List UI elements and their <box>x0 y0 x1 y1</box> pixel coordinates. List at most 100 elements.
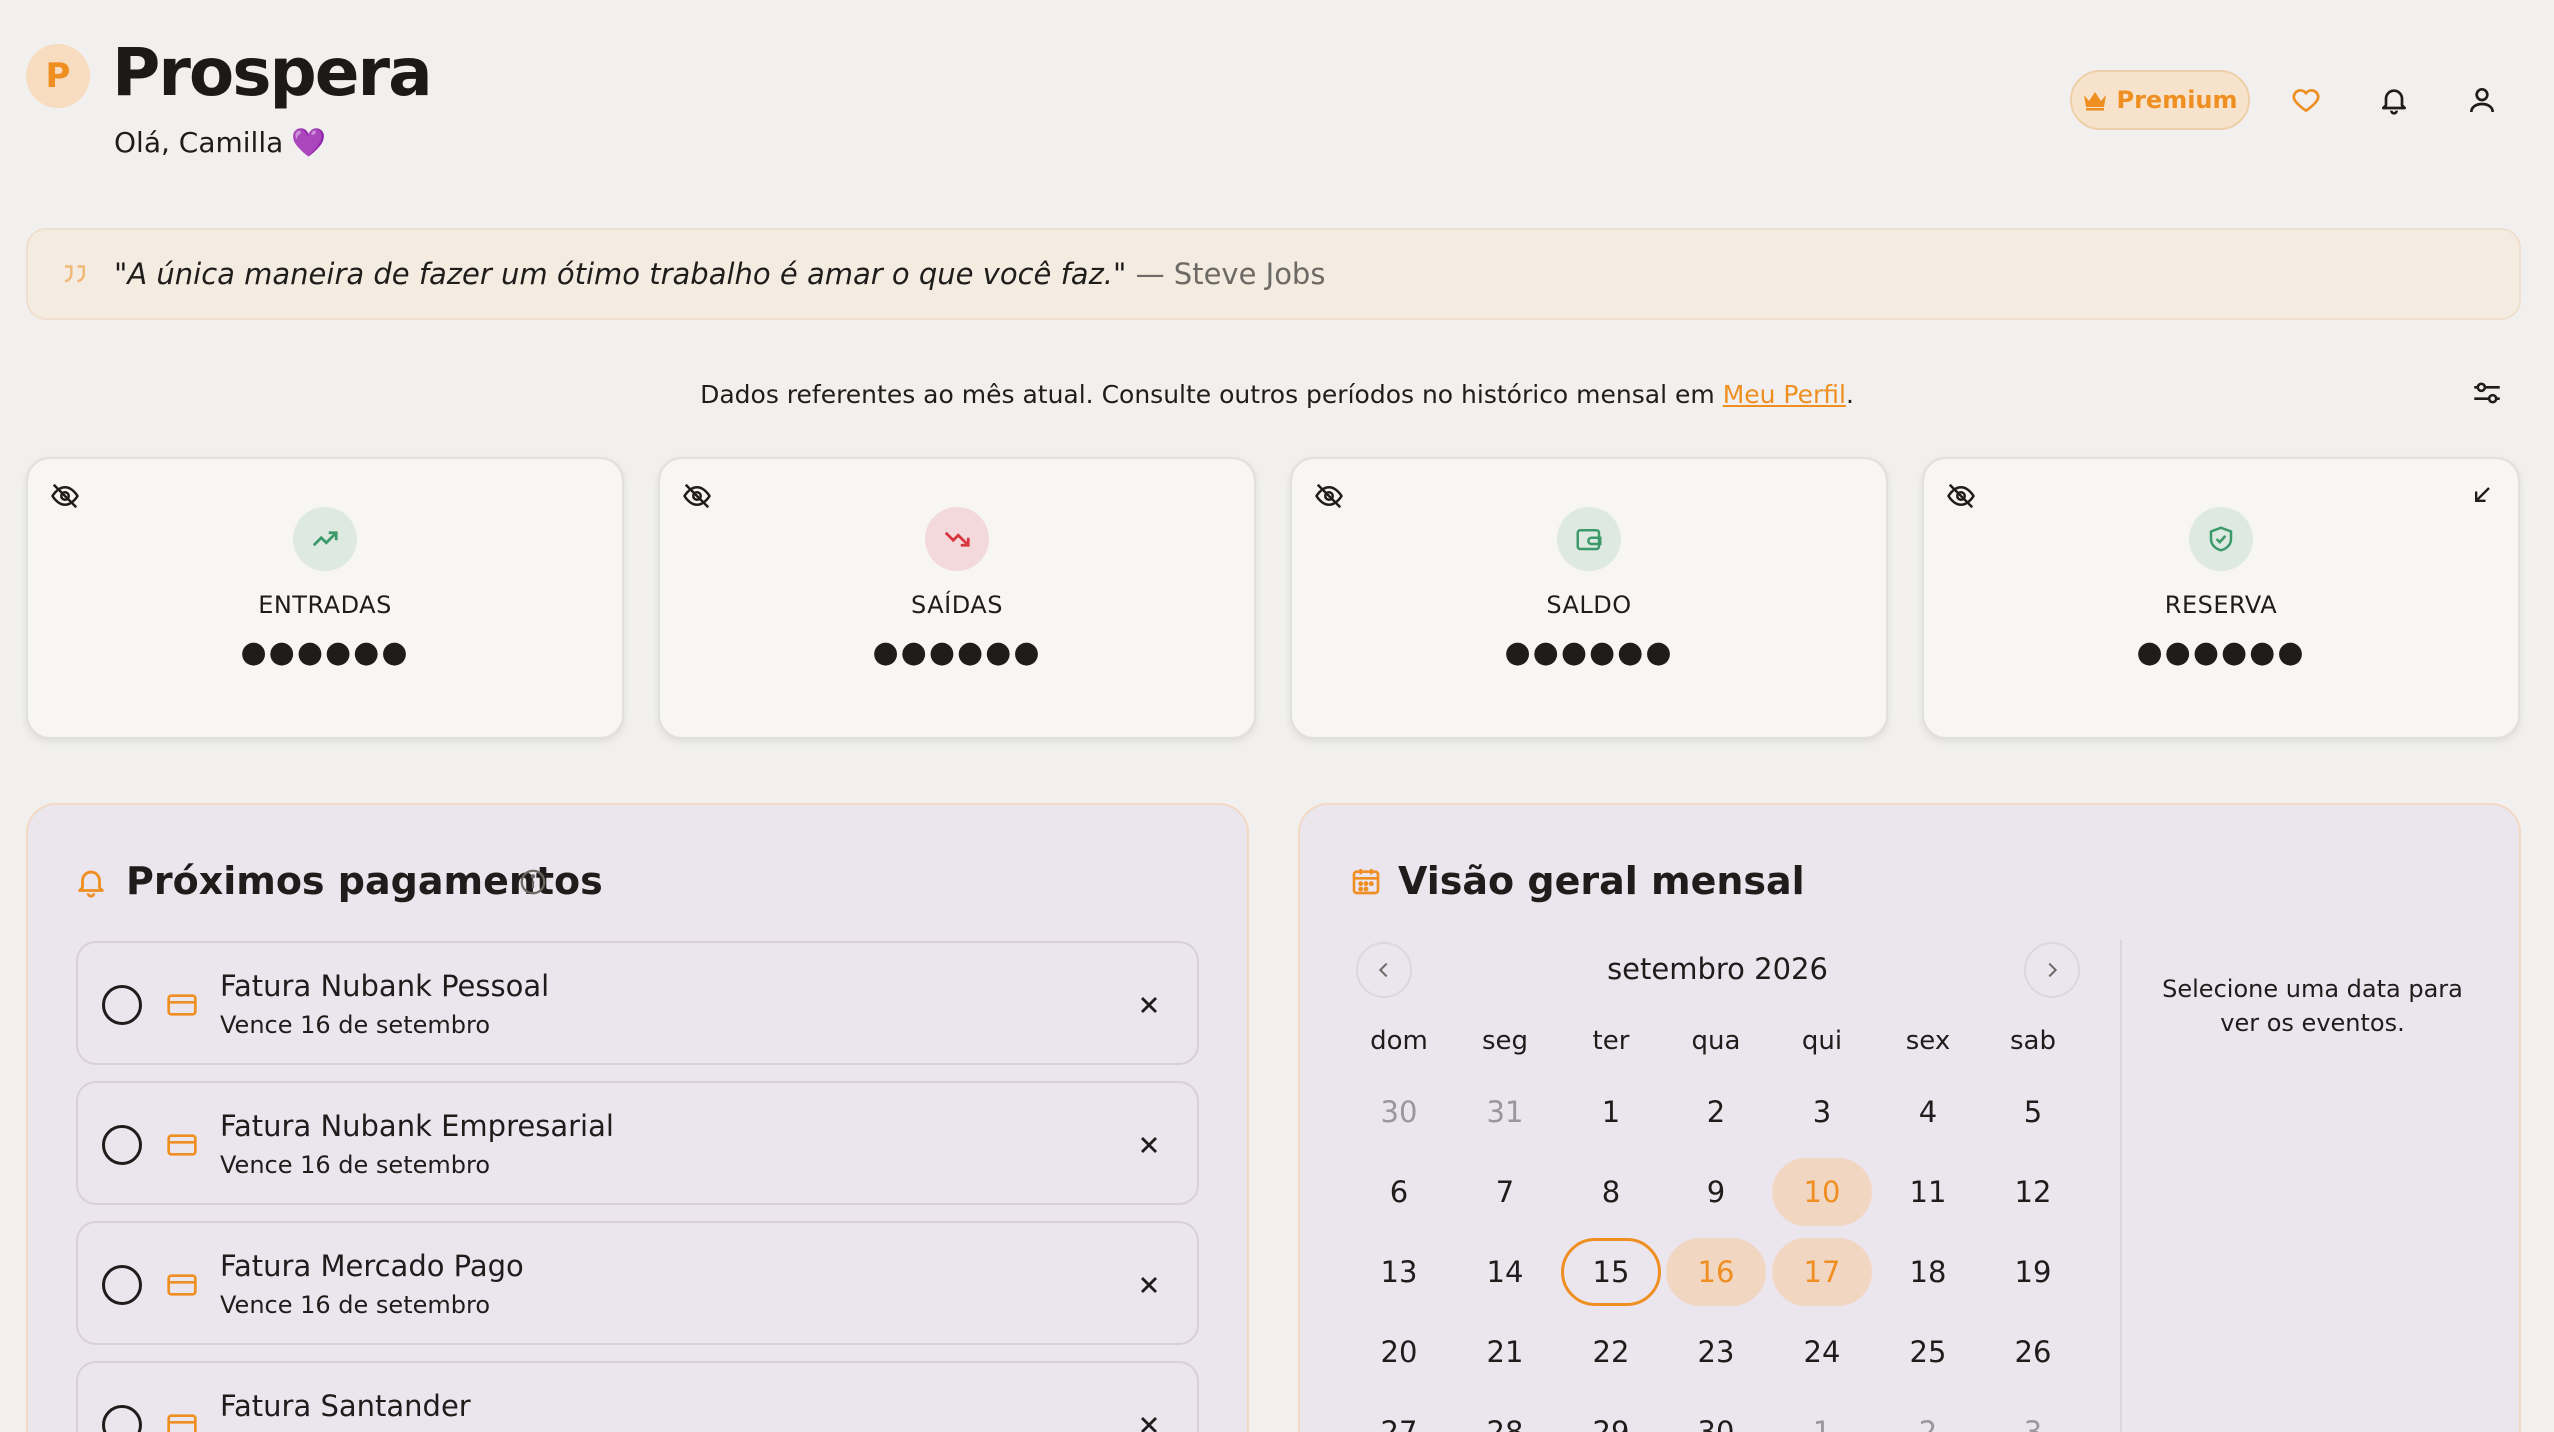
credit-card-icon <box>166 1411 198 1432</box>
calendar-day-event[interactable]: 10 <box>1772 1158 1872 1226</box>
calendar-day[interactable]: 11 <box>1878 1158 1978 1226</box>
payment-name: Fatura Nubank Empresarial <box>220 1109 614 1143</box>
calendar-day[interactable]: 3 <box>1772 1078 1872 1146</box>
calendar-day[interactable]: 30 <box>1349 1078 1449 1146</box>
payment-item[interactable]: Fatura Santander <box>76 1361 1199 1432</box>
payment-due: Vence 16 de setembro <box>220 1151 490 1179</box>
calendar-day[interactable]: 22 <box>1561 1318 1661 1386</box>
calendar-day[interactable]: 2 <box>1878 1398 1978 1432</box>
calendar-day[interactable]: 26 <box>1983 1318 2083 1386</box>
calendar-day[interactable]: 8 <box>1561 1158 1661 1226</box>
weekday-label: sex <box>1905 1026 1951 1056</box>
credit-card-icon <box>166 1271 198 1299</box>
calendar-day[interactable]: 5 <box>1983 1078 2083 1146</box>
payment-checkbox[interactable] <box>102 1125 142 1165</box>
weekday-label: qui <box>1801 1026 1843 1056</box>
calendar-day[interactable]: 28 <box>1455 1398 1555 1432</box>
calendar-day[interactable]: 25 <box>1878 1318 1978 1386</box>
calendar-day-today[interactable]: 15 <box>1561 1238 1661 1306</box>
user-icon[interactable] <box>2458 76 2506 124</box>
weekday-label: ter <box>1592 1026 1630 1056</box>
calendar-day[interactable]: 21 <box>1455 1318 1555 1386</box>
bell-icon <box>74 865 108 899</box>
calendar-day[interactable]: 20 <box>1349 1318 1449 1386</box>
calendar-day[interactable]: 18 <box>1878 1238 1978 1306</box>
quote-banner: "A única maneira de fazer um ótimo traba… <box>26 228 2521 320</box>
calendar-day[interactable]: 27 <box>1349 1398 1449 1432</box>
quote-author: — Steve Jobs <box>1135 257 1326 291</box>
premium-label: Premium <box>2116 86 2238 114</box>
close-icon[interactable] <box>1135 1411 1163 1432</box>
payment-item[interactable]: Fatura Mercado Pago Vence 16 de setembro <box>76 1221 1199 1345</box>
greeting-text: Olá, Camilla <box>114 126 284 159</box>
calendar-day-event[interactable]: 17 <box>1772 1238 1872 1306</box>
calendar-day[interactable]: 6 <box>1349 1158 1449 1226</box>
calendar-month: setembro 2026 <box>1607 952 1828 986</box>
payment-item[interactable]: Fatura Nubank Empresarial Vence 16 de se… <box>76 1081 1199 1205</box>
premium-button[interactable]: Premium <box>2070 70 2250 130</box>
stat-card-saldo: SALDO ●●●●●● <box>1290 457 1888 739</box>
eye-off-icon[interactable] <box>682 481 712 511</box>
calendar-day[interactable]: 24 <box>1772 1318 1872 1386</box>
calendar-day[interactable]: 1 <box>1561 1078 1661 1146</box>
calendar-day[interactable]: 12 <box>1983 1158 2083 1226</box>
stat-label: ENTRADAS <box>258 591 392 619</box>
calendar-title: Visão geral mensal <box>1398 859 1805 903</box>
chevron-left-icon[interactable] <box>1356 942 1412 998</box>
trending-up-icon <box>293 507 357 571</box>
payment-name: Fatura Nubank Pessoal <box>220 969 550 1003</box>
logo-letter: P <box>45 56 71 96</box>
weekday-label: seg <box>1481 1026 1529 1056</box>
payment-checkbox[interactable] <box>102 1405 142 1432</box>
calendar-icon <box>1350 865 1382 897</box>
stat-card-saidas: SAÍDAS ●●●●●● <box>658 457 1256 739</box>
stat-label: SALDO <box>1546 591 1632 619</box>
calendar-day[interactable]: 2 <box>1666 1078 1766 1146</box>
eye-off-icon[interactable] <box>1314 481 1344 511</box>
trending-down-icon <box>925 507 989 571</box>
credit-card-icon <box>166 1131 198 1159</box>
payment-checkbox[interactable] <box>102 1265 142 1305</box>
calendar-day[interactable]: 29 <box>1561 1398 1661 1432</box>
calendar-day[interactable]: 1 <box>1772 1398 1872 1432</box>
calendar-day[interactable]: 9 <box>1666 1158 1766 1226</box>
bell-icon[interactable] <box>2370 76 2418 124</box>
calendar-day[interactable]: 19 <box>1983 1238 2083 1306</box>
calendar-empty-message: Selecione uma data para ver os eventos. <box>2162 975 2463 1037</box>
payment-item[interactable]: Fatura Nubank Pessoal Vence 16 de setemb… <box>76 941 1199 1065</box>
calendar-day[interactable]: 13 <box>1349 1238 1449 1306</box>
stat-value-hidden: ●●●●●● <box>1504 635 1674 670</box>
chevron-right-icon[interactable] <box>2024 942 2080 998</box>
close-icon[interactable] <box>1135 1271 1163 1299</box>
info-icon[interactable] <box>518 867 548 897</box>
eye-off-icon[interactable] <box>1946 481 1976 511</box>
stat-value-hidden: ●●●●●● <box>2136 635 2306 670</box>
stat-label: SAÍDAS <box>911 591 1003 619</box>
sliders-icon[interactable] <box>2470 376 2504 410</box>
calendar-day[interactable]: 23 <box>1666 1318 1766 1386</box>
profile-link[interactable]: Meu Perfil <box>1723 380 1846 409</box>
stat-card-reserva: RESERVA ●●●●●● <box>1922 457 2520 739</box>
calendar-day-event[interactable]: 16 <box>1666 1238 1766 1306</box>
payment-due: Vence 16 de setembro <box>220 1291 490 1319</box>
period-info: Dados referentes ao mês atual. Consulte … <box>0 380 2554 409</box>
weekday-label: dom <box>1370 1026 1428 1056</box>
weekday-label: sab <box>2010 1026 2056 1056</box>
close-icon[interactable] <box>1135 991 1163 1019</box>
quote-icon <box>60 259 90 289</box>
close-icon[interactable] <box>1135 1131 1163 1159</box>
payment-name: Fatura Mercado Pago <box>220 1249 524 1283</box>
eye-off-icon[interactable] <box>50 481 80 511</box>
payment-due: Vence 16 de setembro <box>220 1011 490 1039</box>
purple-heart-emoji: 💜 <box>291 126 327 159</box>
calendar-day[interactable]: 7 <box>1455 1158 1555 1226</box>
heart-icon[interactable] <box>2282 76 2330 124</box>
arrow-down-left-icon[interactable] <box>2468 481 2496 509</box>
calendar-day[interactable]: 31 <box>1455 1078 1555 1146</box>
calendar-day[interactable]: 4 <box>1878 1078 1978 1146</box>
period-info-suffix: . <box>1845 380 1854 409</box>
calendar-day[interactable]: 30 <box>1666 1398 1766 1432</box>
payment-checkbox[interactable] <box>102 985 142 1025</box>
calendar-day[interactable]: 14 <box>1455 1238 1555 1306</box>
calendar-day[interactable]: 3 <box>1983 1398 2083 1432</box>
